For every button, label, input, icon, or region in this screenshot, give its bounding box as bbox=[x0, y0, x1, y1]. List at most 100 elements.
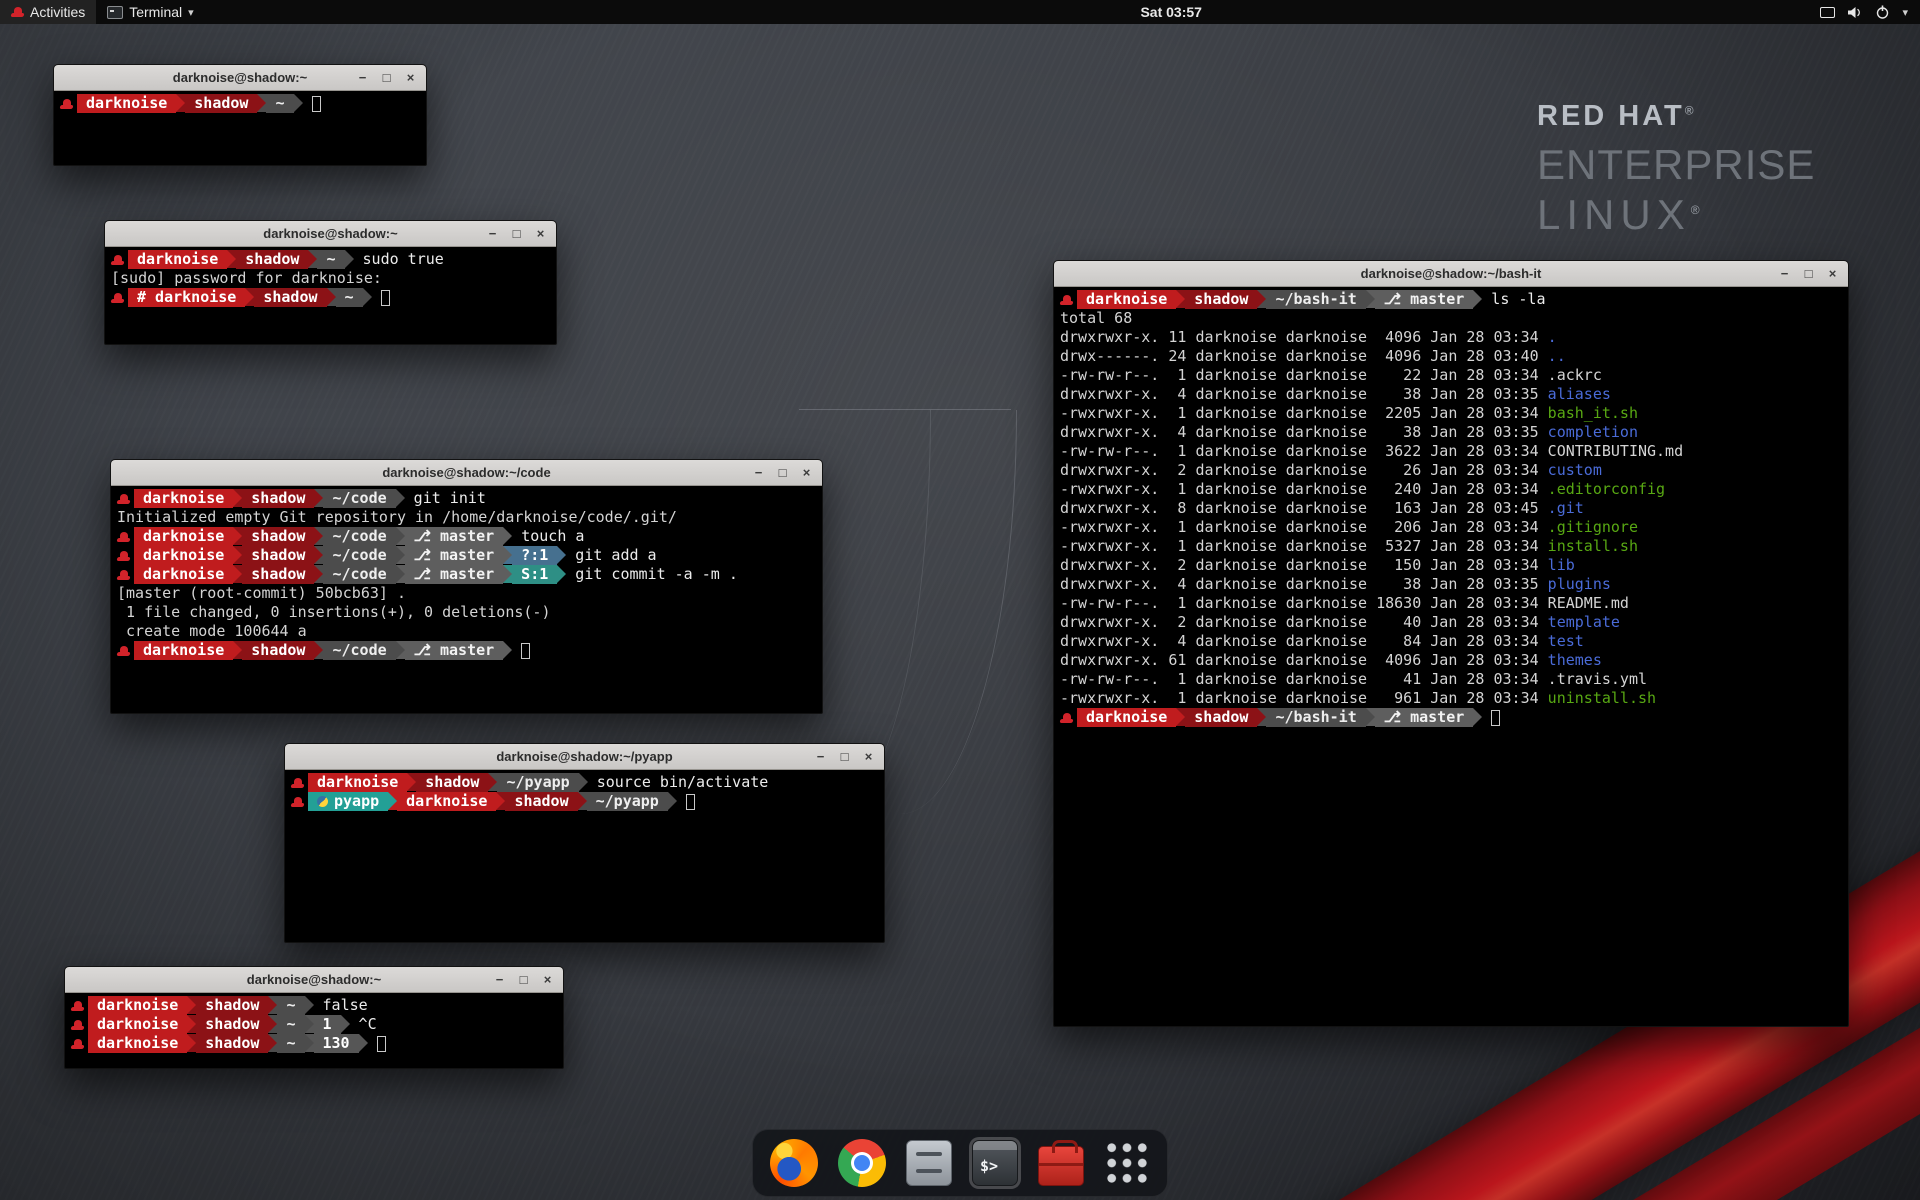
clock[interactable]: Sat 03:57 bbox=[1140, 4, 1201, 20]
maximize-button[interactable]: □ bbox=[774, 464, 791, 481]
prompt-segment: pyapp bbox=[308, 792, 388, 811]
window-controls: − □ × bbox=[491, 971, 563, 988]
app-menu-terminal[interactable]: Terminal ▾ bbox=[96, 0, 204, 24]
powerline-arrow bbox=[1366, 708, 1375, 726]
firefox-icon bbox=[770, 1139, 818, 1187]
terminal-line: -rw-rw-r--. 1 darknoise darknoise 18630 … bbox=[1060, 594, 1842, 613]
terminal-content[interactable]: darknoiseshadow~/bash-it⎇ master ls -lat… bbox=[1054, 287, 1848, 1026]
maximize-button[interactable]: □ bbox=[508, 225, 525, 242]
chevron-down-icon: ▾ bbox=[1902, 6, 1908, 19]
prompt-segment: 130 bbox=[314, 1034, 359, 1053]
top-bar-left: Activities Terminal ▾ bbox=[0, 0, 205, 24]
close-button[interactable]: × bbox=[532, 225, 549, 242]
terminal-text: ls -la bbox=[1482, 290, 1545, 309]
powerline-arrow bbox=[1176, 290, 1185, 308]
terminal-prompt-glyph: $> bbox=[980, 1157, 998, 1175]
powerline-arrow bbox=[396, 565, 405, 583]
powerline-arrow bbox=[257, 94, 266, 112]
terminal-text: .git bbox=[1548, 499, 1584, 518]
terminal-content[interactable]: darknoiseshadow~ bbox=[54, 91, 426, 165]
powerline-arrow bbox=[557, 546, 566, 564]
powerline-arrow bbox=[187, 1015, 196, 1033]
powerline-arrow bbox=[578, 792, 587, 810]
redhat-prompt-icon bbox=[1060, 708, 1077, 727]
window-titlebar[interactable]: darknoise@shadow:~ − □ × bbox=[54, 65, 426, 91]
terminal-window: darknoise@shadow:~ − □ × darknoiseshadow… bbox=[104, 220, 557, 345]
terminal-line: drwx------. 24 darknoise darknoise 4096 … bbox=[1060, 347, 1842, 366]
terminal-text: drwxrwxr-x. 61 darknoise darknoise 4096 … bbox=[1060, 651, 1548, 670]
prompt-segment: shadow bbox=[254, 288, 326, 307]
prompt-segment: ~ bbox=[277, 1015, 304, 1034]
prompt-segment: shadow bbox=[236, 250, 308, 269]
prompt-segment: ⎇ master bbox=[405, 527, 504, 546]
window-titlebar[interactable]: darknoise@shadow:~/bash-it − □ × bbox=[1054, 261, 1848, 287]
window-titlebar[interactable]: darknoise@shadow:~ − □ × bbox=[65, 967, 563, 993]
terminal-line: -rwxrwxr-x. 1 darknoise darknoise 240 Ja… bbox=[1060, 480, 1842, 499]
minimize-button[interactable]: − bbox=[354, 69, 371, 86]
prompt-segment: darknoise bbox=[397, 792, 496, 811]
prompt-segment: S:1 bbox=[512, 565, 557, 584]
python-icon bbox=[317, 796, 328, 807]
close-button[interactable]: × bbox=[1824, 265, 1841, 282]
maximize-button[interactable]: □ bbox=[378, 69, 395, 86]
terminal-line: -rw-rw-r--. 1 darknoise darknoise 22 Jan… bbox=[1060, 366, 1842, 385]
dock-chrome[interactable] bbox=[835, 1136, 889, 1190]
window-titlebar[interactable]: darknoise@shadow:~/pyapp − □ × bbox=[285, 744, 884, 770]
window-titlebar[interactable]: darknoise@shadow:~ − □ × bbox=[105, 221, 556, 247]
maximize-button[interactable]: □ bbox=[515, 971, 532, 988]
terminal-text: create mode 100644 a bbox=[117, 622, 307, 641]
window-titlebar[interactable]: darknoise@shadow:~/code − □ × bbox=[111, 460, 822, 486]
terminal-line: -rw-rw-r--. 1 darknoise darknoise 41 Jan… bbox=[1060, 670, 1842, 689]
minimize-button[interactable]: − bbox=[812, 748, 829, 765]
terminal-content[interactable]: darknoiseshadow~/pyapp source bin/activa… bbox=[285, 770, 884, 942]
close-button[interactable]: × bbox=[402, 69, 419, 86]
redhat-prompt-icon bbox=[1060, 290, 1077, 309]
prompt-segment: shadow bbox=[242, 565, 314, 584]
dock-app-grid[interactable] bbox=[1101, 1137, 1153, 1189]
maximize-button[interactable]: □ bbox=[836, 748, 853, 765]
powerline-arrow bbox=[503, 527, 512, 545]
minimize-button[interactable]: − bbox=[750, 464, 767, 481]
terminal-text: drwxrwxr-x. 4 darknoise darknoise 38 Jan… bbox=[1060, 385, 1548, 404]
close-button[interactable]: × bbox=[860, 748, 877, 765]
dock-terminal[interactable]: $> bbox=[969, 1137, 1021, 1189]
prompt-segment: shadow bbox=[242, 641, 314, 660]
redhat-prompt-icon bbox=[111, 288, 128, 307]
minimize-button[interactable]: − bbox=[491, 971, 508, 988]
powerline-arrow bbox=[233, 565, 242, 583]
terminal-content[interactable]: darknoiseshadow~ sudo true[sudo] passwor… bbox=[105, 247, 556, 344]
terminal-content[interactable]: darknoiseshadow~/code git initInitialize… bbox=[111, 486, 822, 713]
powerline-arrow bbox=[305, 1015, 314, 1033]
minimize-button[interactable]: − bbox=[484, 225, 501, 242]
prompt-segment: ⎇ master bbox=[405, 565, 504, 584]
registered-mark: ® bbox=[1691, 203, 1706, 217]
redhat-prompt-icon bbox=[71, 1034, 88, 1053]
prompt-segment: shadow bbox=[196, 996, 268, 1015]
powerline-arrow bbox=[187, 996, 196, 1014]
powerline-arrow bbox=[388, 792, 397, 810]
redhat-logo-icon bbox=[11, 7, 24, 17]
terminal-content[interactable]: darknoiseshadow~ falsedarknoiseshadow~1 … bbox=[65, 993, 563, 1068]
terminal-line: -rwxrwxr-x. 1 darknoise darknoise 206 Ja… bbox=[1060, 518, 1842, 537]
minimize-button[interactable]: − bbox=[1776, 265, 1793, 282]
powerline-arrow bbox=[227, 250, 236, 268]
terminal-text: total 68 bbox=[1060, 309, 1132, 328]
terminal-text: -rw-rw-r--. 1 darknoise darknoise 18630 … bbox=[1060, 594, 1629, 613]
redhat-prompt-icon bbox=[117, 527, 134, 546]
terminal-line: darknoiseshadow~/code⎇ master bbox=[117, 641, 816, 660]
dock-firefox[interactable] bbox=[767, 1136, 821, 1190]
terminal-line: drwxrwxr-x. 2 darknoise darknoise 40 Jan… bbox=[1060, 613, 1842, 632]
redhat-prompt-icon bbox=[117, 546, 134, 565]
dock-toolbox[interactable] bbox=[1035, 1138, 1087, 1189]
close-button[interactable]: × bbox=[539, 971, 556, 988]
activities-button[interactable]: Activities bbox=[0, 0, 96, 24]
maximize-button[interactable]: □ bbox=[1800, 265, 1817, 282]
prompt-segment: shadow bbox=[242, 527, 314, 546]
system-status-area[interactable]: ▾ bbox=[1820, 0, 1920, 24]
close-button[interactable]: × bbox=[798, 464, 815, 481]
prompt-segment: ⎇ master bbox=[405, 641, 504, 660]
dock-files[interactable] bbox=[903, 1137, 955, 1189]
terminal-text: touch a bbox=[512, 527, 584, 546]
powerline-arrow bbox=[396, 641, 405, 659]
powerline-arrow bbox=[1473, 708, 1482, 726]
